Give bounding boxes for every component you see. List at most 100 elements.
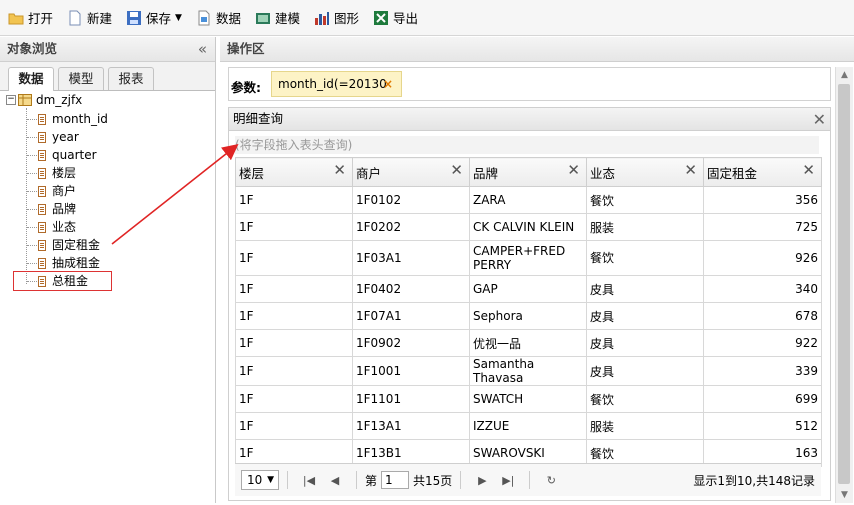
table-row[interactable]: 1F 1F0902 优视一品 皮具 922 [235,329,822,357]
params-bar: 参数: month_id(=20130 × [228,67,831,101]
table-cell: 皮具 [586,302,704,330]
divider [460,471,462,489]
chevron-down-icon[interactable]: ▼ [175,13,182,23]
tree-connector [27,191,37,192]
table-cell: CK CALVIN KLEIN [469,213,587,241]
tree-item[interactable]: quarter [38,146,97,164]
table-cell: SWATCH [469,385,587,413]
tree-item[interactable]: year [38,128,79,146]
table-cell: 1F03A1 [352,240,470,276]
save-button[interactable]: 保存 ▼ [126,6,182,30]
prev-page-icon[interactable]: ◀ [325,474,345,487]
tab-model[interactable]: 模型 [58,67,104,90]
field-icon [38,203,46,215]
drop-hint: (将字段拖入表头查询) [235,136,819,154]
tree-connector [27,119,37,120]
new-button[interactable]: 新建 [67,6,112,30]
remove-column-icon[interactable]: ✕ [802,161,815,179]
tab-report[interactable]: 报表 [108,67,154,90]
remove-column-icon[interactable]: ✕ [684,161,697,179]
table-row[interactable]: 1F 1F13A1 IZZUE 服装 512 [235,412,822,440]
table-cell: 356 [703,186,822,214]
vertical-scrollbar[interactable]: ▲ ▼ [835,67,853,503]
selection-highlight [13,271,112,291]
last-page-icon[interactable]: ▶| [498,474,518,487]
remove-column-icon[interactable]: ✕ [333,161,346,179]
remove-icon[interactable]: × [383,72,393,96]
table-cell: 优视一品 [469,329,587,357]
chart-button[interactable]: 图形 [314,6,359,30]
scroll-thumb[interactable] [838,84,850,484]
table-cell: 餐饮 [586,240,704,276]
param-chip[interactable]: month_id(=20130 × [271,71,402,97]
tree-item[interactable]: 业态 [38,218,76,236]
first-page-icon[interactable]: |◀ [299,474,319,487]
table-cell: GAP [469,275,587,303]
table-cell: 1F0902 [352,329,470,357]
params-label: 参数: [231,80,261,95]
scroll-up-icon[interactable]: ▲ [836,67,853,83]
table-cell: 1F1001 [352,356,470,386]
collapse-icon[interactable]: « [198,37,207,61]
minus-icon[interactable]: − [6,95,16,105]
tree-item[interactable]: 商户 [38,182,76,200]
chevron-down-icon: ▼ [267,475,274,485]
tree-item[interactable]: month_id [38,110,108,128]
folder-icon [8,10,24,26]
table-row[interactable]: 1F 1F0102 ZARA 餐饮 356 [235,186,822,214]
table-row[interactable]: 1F 1F03A1 CAMPER+FRED PERRY 餐饮 926 [235,240,822,276]
tree-connector [27,137,37,138]
data-icon [196,10,212,26]
table-cell: CAMPER+FRED PERRY [469,240,587,276]
workspace-title: 操作区 [220,37,854,62]
page-total: 共15页 [413,473,453,488]
table-cell: 1F07A1 [352,302,470,330]
table-cell: 1F [235,186,353,214]
main-toolbar: 打开 新建 保存 ▼ 数据 建模 图形 导出 [0,0,854,36]
table-cell: 皮具 [586,329,704,357]
pager: 10 ▼ |◀ ◀ 第 1 共15页 ▶ ▶| ↻ 显示1到10,共148记录 [235,463,821,496]
remove-column-icon[interactable]: ✕ [450,161,463,179]
remove-column-icon[interactable]: ✕ [567,161,580,179]
table-cell: 1F [235,213,353,241]
tree-connector [27,155,37,156]
table-row[interactable]: 1F 1F07A1 Sephora 皮具 678 [235,302,822,330]
column-header[interactable]: 品牌 ✕ [469,157,587,187]
table-icon [18,94,32,106]
tree-item-label: 抽成租金 [52,256,101,270]
column-header[interactable]: 楼层 ✕ [235,157,353,187]
next-page-icon[interactable]: ▶ [472,474,492,487]
tree-item[interactable]: 抽成租金 [38,254,100,272]
table-row[interactable]: 1F 1F0402 GAP 皮具 340 [235,275,822,303]
page-input[interactable]: 1 [381,471,410,489]
data-button[interactable]: 数据 [196,6,241,30]
model-button[interactable]: 建模 [255,6,300,30]
scroll-down-icon[interactable]: ▼ [836,487,853,503]
export-button[interactable]: 导出 [373,6,418,30]
table-cell: 1F0102 [352,186,470,214]
refresh-icon[interactable]: ↻ [541,474,561,487]
field-icon [38,221,46,233]
open-button[interactable]: 打开 [8,6,53,30]
column-header[interactable]: 商户 ✕ [352,157,470,187]
tree-item[interactable]: 品牌 [38,200,76,218]
table-cell: 服装 [586,412,704,440]
close-icon[interactable]: ✕ [813,109,826,131]
divider [529,471,531,489]
new-file-icon [67,10,83,26]
table-cell: 1F13A1 [352,412,470,440]
column-header[interactable]: 固定租金 ✕ [703,157,822,187]
tree-item[interactable]: 固定租金 [38,236,100,254]
table-cell: 699 [703,385,822,413]
table-row[interactable]: 1F 1F1101 SWATCH 餐饮 699 [235,385,822,413]
table-row[interactable]: 1F 1F1001 Samantha Thavasa 皮具 339 [235,356,822,386]
column-header[interactable]: 业态 ✕ [586,157,704,187]
table-row[interactable]: 1F 1F0202 CK CALVIN KLEIN 服装 725 [235,213,822,241]
tab-data[interactable]: 数据 [8,67,54,91]
model-icon [255,10,271,26]
tree-item[interactable]: 楼层 [38,164,76,182]
tree-root[interactable]: − dm_zjfx [6,93,82,107]
field-icon [38,257,46,269]
table-cell: 餐饮 [586,186,704,214]
page-size-select[interactable]: 10 ▼ [241,470,279,490]
